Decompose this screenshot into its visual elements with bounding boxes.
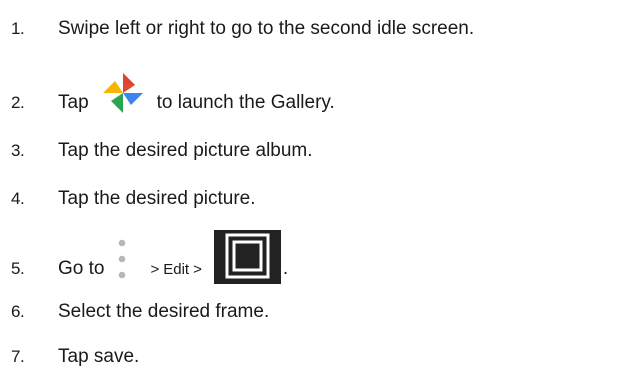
menu-separator: >: [150, 260, 160, 278]
step-number: 4.: [11, 189, 25, 208]
step-number: 6.: [11, 302, 25, 321]
step-text: Tap save.: [58, 346, 140, 367]
step-text: Select the desired frame.: [58, 301, 270, 322]
step-text-before: Go to: [58, 258, 105, 279]
step-text: Go to > Edit > .: [58, 230, 289, 296]
step-text: Swipe left or right to go to the second …: [58, 18, 475, 39]
step-text-after: to launch the Gallery.: [156, 92, 335, 113]
gallery-pinwheel-icon: [97, 67, 149, 119]
step-text-before: Tap: [58, 92, 89, 113]
more-vertical-icon: [112, 234, 132, 284]
step-text: Tap the desired picture.: [58, 188, 256, 209]
menu-separator: >: [193, 260, 202, 278]
step-text: Tap the desired picture album.: [58, 140, 313, 161]
edit-label: Edit: [163, 260, 190, 278]
step-number: 5.: [11, 259, 25, 278]
step-number: 1.: [11, 19, 25, 38]
frame-icon: [213, 230, 281, 284]
step-text: Tap to launch the Gallery.: [58, 73, 335, 129]
step-number: 3.: [11, 141, 25, 160]
step-text-after: .: [282, 258, 289, 279]
step-number: 7.: [11, 347, 25, 366]
step-number: 2.: [11, 93, 25, 112]
